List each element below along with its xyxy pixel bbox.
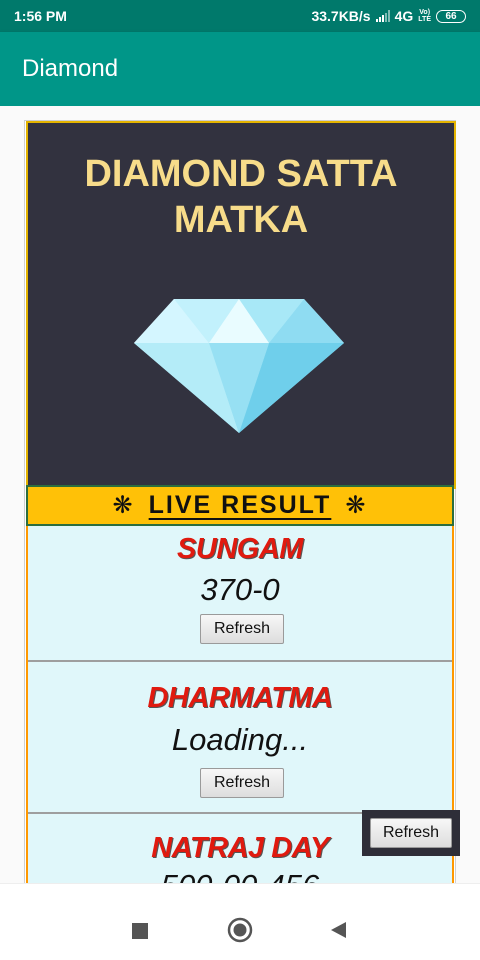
recents-icon[interactable] xyxy=(128,919,152,943)
battery-icon: 66 xyxy=(436,9,466,23)
result-card-sungam: SUNGAM 370-0 Refresh xyxy=(28,526,452,662)
site-header: DIAMOND SATTA MATKA xyxy=(26,121,456,489)
diamond-icon xyxy=(134,299,344,433)
star-icon-right: ❋ xyxy=(345,492,368,519)
network-type: 4G xyxy=(394,8,414,24)
refresh-button[interactable]: Refresh xyxy=(200,768,284,798)
system-nav-bar xyxy=(0,883,480,960)
app-bar: Diamond xyxy=(0,32,480,106)
status-bar: 1:56 PM 33.7KB/s 4G Vo) LTE 66 xyxy=(0,0,480,32)
site-title-line2: MATKA xyxy=(173,199,309,241)
refresh-button[interactable]: Refresh xyxy=(200,614,284,644)
market-result: 370-0 xyxy=(200,572,280,607)
page-content[interactable]: DIAMOND SATTA MATKA ❋ LIVE RESULT ❋ SUNG… xyxy=(0,106,480,883)
status-time: 1:56 PM xyxy=(14,8,67,24)
volte-icon: Vo) LTE xyxy=(418,9,431,23)
site-title: DIAMOND SATTA MATKA xyxy=(28,151,454,243)
market-name: SUNGAM xyxy=(177,533,303,565)
network-speed: 33.7KB/s xyxy=(311,8,371,24)
site-title-line1: DIAMOND SATTA xyxy=(84,153,398,195)
live-result-banner: ❋ LIVE RESULT ❋ xyxy=(26,485,454,526)
status-indicators: 33.7KB/s 4G Vo) LTE 66 xyxy=(311,8,466,24)
signal-icon xyxy=(375,10,390,22)
market-name: DHARMATMA xyxy=(147,682,333,714)
floating-refresh-button[interactable]: Refresh xyxy=(370,818,452,848)
market-result: Loading... xyxy=(171,722,309,757)
home-icon[interactable] xyxy=(226,916,254,944)
volte-top: Vo) xyxy=(419,9,431,16)
floating-refresh-container: Refresh xyxy=(362,810,460,856)
result-card-dharmatma: DHARMATMA Loading... Refresh xyxy=(28,662,452,814)
market-result: 500-00-456 xyxy=(28,868,452,883)
battery-level: 66 xyxy=(445,10,457,22)
back-icon[interactable] xyxy=(326,918,350,942)
star-icon-left: ❋ xyxy=(112,492,135,519)
app-title: Diamond xyxy=(22,55,119,82)
live-result-label: LIVE RESULT xyxy=(148,491,332,519)
volte-bottom: LTE xyxy=(418,16,431,23)
